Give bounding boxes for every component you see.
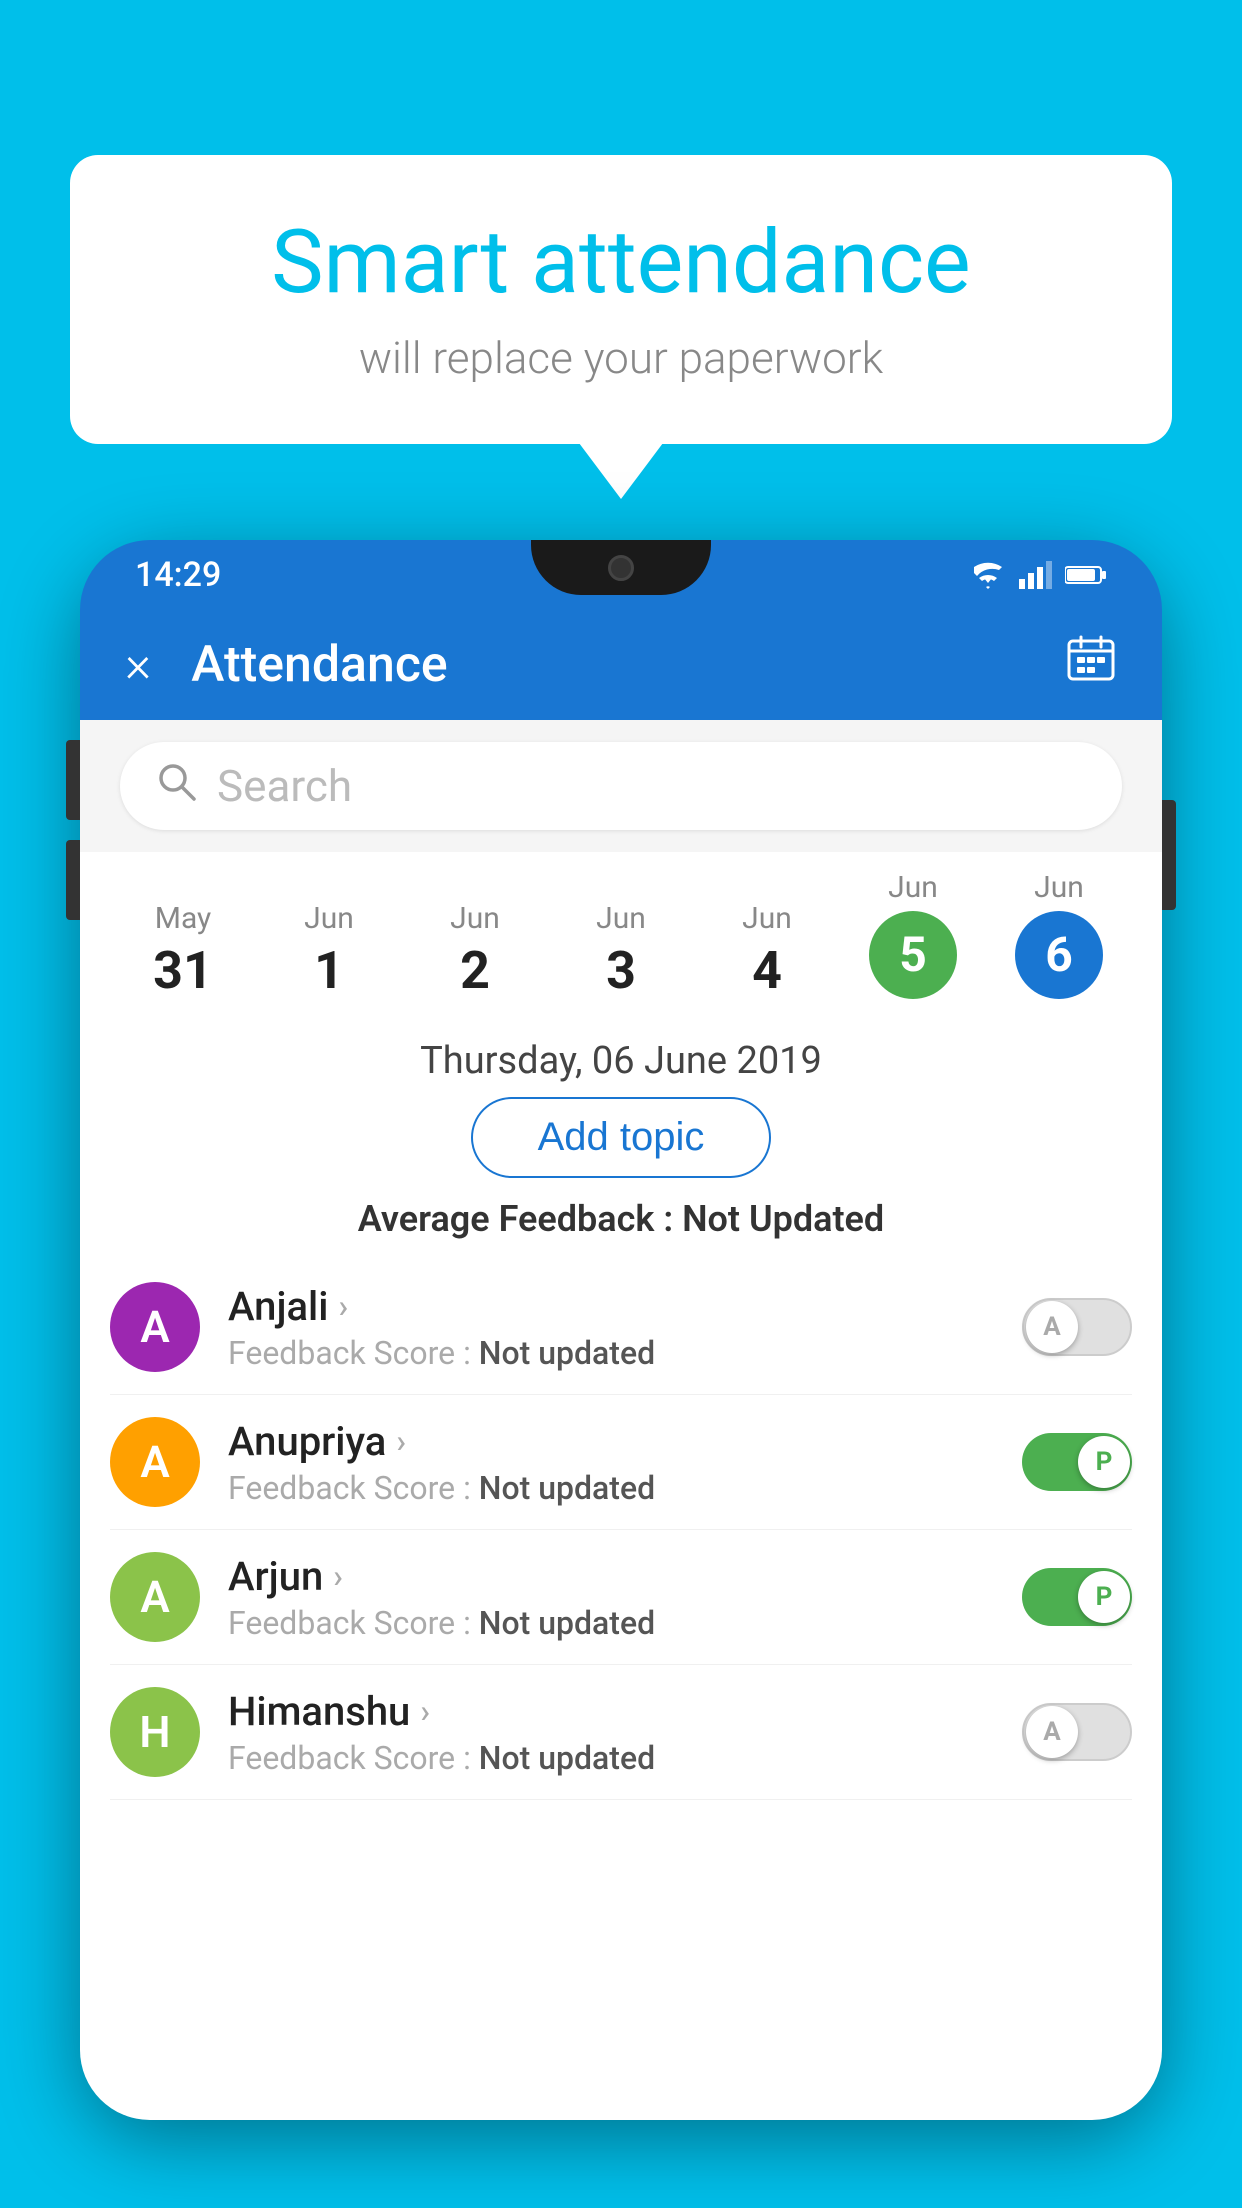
status-time: 14:29 bbox=[135, 555, 221, 595]
month-label: May bbox=[110, 901, 256, 936]
month-label: Jun bbox=[986, 870, 1132, 905]
day-number: 31 bbox=[110, 942, 256, 999]
selected-date-label: Thursday, 06 June 2019 bbox=[80, 1009, 1162, 1097]
student-item-anupriya[interactable]: A Anupriya › Feedback Score : Not update… bbox=[110, 1395, 1132, 1530]
avatar-himanshu: H bbox=[110, 1687, 200, 1777]
day-number: 5 bbox=[899, 929, 927, 982]
camera bbox=[608, 555, 634, 581]
avatar-anupriya: A bbox=[110, 1417, 200, 1507]
search-bar[interactable]: Search bbox=[120, 742, 1122, 830]
average-feedback: Average Feedback : Not Updated bbox=[80, 1198, 1162, 1260]
today-circle-blue: 6 bbox=[1015, 911, 1103, 999]
month-label: Jun bbox=[256, 901, 402, 936]
speech-bubble-container: Smart attendance will replace your paper… bbox=[70, 155, 1172, 444]
wifi-icon bbox=[969, 561, 1007, 589]
day-number: 4 bbox=[694, 942, 840, 999]
student-item-himanshu[interactable]: H Himanshu › Feedback Score : Not update… bbox=[110, 1665, 1132, 1800]
attendance-toggle-anjali[interactable]: A bbox=[1022, 1298, 1132, 1356]
hero-subtitle: will replace your paperwork bbox=[150, 332, 1092, 384]
date-jun2[interactable]: Jun 2 bbox=[402, 901, 548, 1009]
feedback-score-himanshu: Feedback Score : Not updated bbox=[228, 1739, 994, 1777]
signal-icon bbox=[1019, 561, 1053, 589]
student-name-anjali: Anjali › bbox=[228, 1283, 994, 1330]
day-number: 2 bbox=[402, 942, 548, 999]
day-number: 6 bbox=[1045, 929, 1073, 982]
toggle-knob: A bbox=[1026, 1706, 1078, 1758]
feedback-score-anupriya: Feedback Score : Not updated bbox=[228, 1469, 994, 1507]
header-left: × Attendance bbox=[125, 636, 448, 694]
attendance-toggle-himanshu[interactable]: A bbox=[1022, 1703, 1132, 1761]
date-jun5[interactable]: Jun 5 bbox=[840, 870, 986, 1009]
toggle-knob: A bbox=[1026, 1301, 1078, 1353]
avg-feedback-value: Not Updated bbox=[682, 1198, 884, 1240]
vol-up-button bbox=[66, 740, 80, 820]
student-name-arjun: Arjun › bbox=[228, 1553, 994, 1600]
close-button[interactable]: × bbox=[125, 636, 151, 694]
attendance-toggle-anupriya[interactable]: P bbox=[1022, 1433, 1132, 1491]
vol-down-button bbox=[66, 840, 80, 920]
month-label: Jun bbox=[548, 901, 694, 936]
student-item-arjun[interactable]: A Arjun › Feedback Score : Not updated P bbox=[110, 1530, 1132, 1665]
toggle-arjun[interactable]: P bbox=[1022, 1568, 1132, 1626]
avg-feedback-label: Average Feedback : bbox=[358, 1198, 673, 1240]
chevron-icon: › bbox=[333, 1557, 343, 1595]
date-jun4[interactable]: Jun 4 bbox=[694, 901, 840, 1009]
app-title: Attendance bbox=[191, 636, 448, 694]
month-label: Jun bbox=[402, 901, 548, 936]
phone-frame: 14:29 bbox=[80, 540, 1162, 2208]
date-may31[interactable]: May 31 bbox=[110, 901, 256, 1009]
date-jun6[interactable]: Jun 6 bbox=[986, 870, 1132, 1009]
student-name-himanshu: Himanshu › bbox=[228, 1688, 994, 1735]
date-jun1[interactable]: Jun 1 bbox=[256, 901, 402, 1009]
student-info-anjali: Anjali › Feedback Score : Not updated bbox=[228, 1283, 994, 1372]
day-number: 3 bbox=[548, 942, 694, 999]
student-info-himanshu: Himanshu › Feedback Score : Not updated bbox=[228, 1688, 994, 1777]
toggle-knob: P bbox=[1078, 1571, 1130, 1623]
notch bbox=[531, 540, 711, 595]
app-content: × Attendance bbox=[80, 610, 1162, 2120]
search-icon bbox=[155, 760, 197, 813]
power-button bbox=[1162, 800, 1176, 910]
date-strip: May 31 Jun 1 Jun 2 Jun 3 bbox=[80, 852, 1162, 1009]
student-list: A Anjali › Feedback Score : Not updated … bbox=[80, 1260, 1162, 1800]
month-label: Jun bbox=[694, 901, 840, 936]
status-bar: 14:29 bbox=[80, 540, 1162, 610]
date-jun3[interactable]: Jun 3 bbox=[548, 901, 694, 1009]
student-info-arjun: Arjun › Feedback Score : Not updated bbox=[228, 1553, 994, 1642]
toggle-himanshu[interactable]: A bbox=[1022, 1703, 1132, 1761]
feedback-score-anjali: Feedback Score : Not updated bbox=[228, 1334, 994, 1372]
avatar-anjali: A bbox=[110, 1282, 200, 1372]
student-item-anjali[interactable]: A Anjali › Feedback Score : Not updated … bbox=[110, 1260, 1132, 1395]
battery-icon bbox=[1065, 564, 1107, 586]
day-number: 1 bbox=[256, 942, 402, 999]
today-circle-green: 5 bbox=[869, 911, 957, 999]
feedback-score-arjun: Feedback Score : Not updated bbox=[228, 1604, 994, 1642]
student-name-anupriya: Anupriya › bbox=[228, 1418, 994, 1465]
toggle-anupriya[interactable]: P bbox=[1022, 1433, 1132, 1491]
month-label: Jun bbox=[840, 870, 986, 905]
chevron-icon: › bbox=[396, 1422, 406, 1460]
calendar-icon[interactable] bbox=[1065, 633, 1117, 697]
phone-outer: 14:29 bbox=[80, 540, 1162, 2120]
chevron-icon: › bbox=[420, 1692, 430, 1730]
avatar-arjun: A bbox=[110, 1552, 200, 1642]
search-placeholder: Search bbox=[217, 760, 352, 812]
toggle-anjali[interactable]: A bbox=[1022, 1298, 1132, 1356]
search-bar-container: Search bbox=[80, 720, 1162, 852]
app-header: × Attendance bbox=[80, 610, 1162, 720]
student-info-anupriya: Anupriya › Feedback Score : Not updated bbox=[228, 1418, 994, 1507]
add-topic-button[interactable]: Add topic bbox=[471, 1097, 772, 1178]
toggle-knob: P bbox=[1078, 1436, 1130, 1488]
speech-bubble: Smart attendance will replace your paper… bbox=[70, 155, 1172, 444]
attendance-toggle-arjun[interactable]: P bbox=[1022, 1568, 1132, 1626]
hero-title: Smart attendance bbox=[150, 215, 1092, 312]
chevron-icon: › bbox=[338, 1287, 348, 1325]
status-icons bbox=[969, 561, 1107, 589]
